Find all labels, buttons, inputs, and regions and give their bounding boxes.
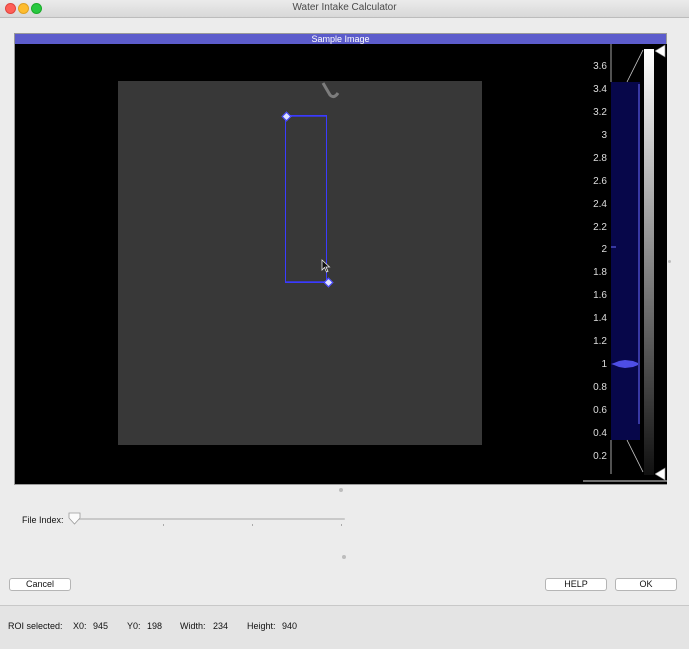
sample-image[interactable] xyxy=(118,81,482,445)
height-value: 940 xyxy=(282,621,298,631)
sample-image-panel: Sample Image 3.6 3.4 3.2 3 2.8 2.6 2.4 2… xyxy=(14,33,667,485)
width-value: 234 xyxy=(213,621,229,631)
image-artifact xyxy=(321,82,340,99)
help-button[interactable]: HELP xyxy=(545,578,607,591)
y0-label: Y0: xyxy=(127,621,141,631)
roi-bottom-edge[interactable] xyxy=(286,281,326,283)
roi-rectangle[interactable] xyxy=(285,115,327,283)
colormap-strip xyxy=(644,49,654,475)
slider-tick xyxy=(341,524,342,526)
colorbar-min-handle[interactable] xyxy=(655,467,667,481)
window-title: Water Intake Calculator xyxy=(292,2,397,13)
roi-top-edge[interactable] xyxy=(286,115,326,117)
mouse-pointer-icon xyxy=(321,259,331,273)
file-index-label: File Index: xyxy=(22,515,64,525)
colorbar-frame xyxy=(583,44,667,482)
resize-handle[interactable] xyxy=(342,555,346,559)
colorbar-max-handle[interactable] xyxy=(655,44,667,58)
window-titlebar: Water Intake Calculator xyxy=(0,0,689,18)
y0-value: 198 xyxy=(147,621,163,631)
status-bar: ROI selected: X0: 945 Y0: 198 Width: 234… xyxy=(0,605,689,649)
height-label: Height: xyxy=(247,621,276,631)
x0-value: 945 xyxy=(93,621,109,631)
width-label: Width: xyxy=(180,621,206,631)
ok-button[interactable]: OK xyxy=(615,578,677,591)
slider-tick xyxy=(252,524,253,526)
slider-tick xyxy=(163,524,164,526)
panel-title: Sample Image xyxy=(15,34,666,44)
cancel-button[interactable]: Cancel xyxy=(9,578,71,591)
file-index-slider-thumb[interactable] xyxy=(68,512,82,526)
resize-handle[interactable] xyxy=(668,260,671,263)
x0-label: X0: xyxy=(73,621,87,631)
colorbar: 3.6 3.4 3.2 3 2.8 2.6 2.4 2.2 2 1.8 1.6 … xyxy=(583,44,667,484)
file-index-slider[interactable] xyxy=(73,518,345,520)
roi-selected-label: ROI selected: xyxy=(8,621,63,631)
resize-handle[interactable] xyxy=(339,488,343,492)
roi-handle-bottom-right[interactable] xyxy=(323,277,334,288)
